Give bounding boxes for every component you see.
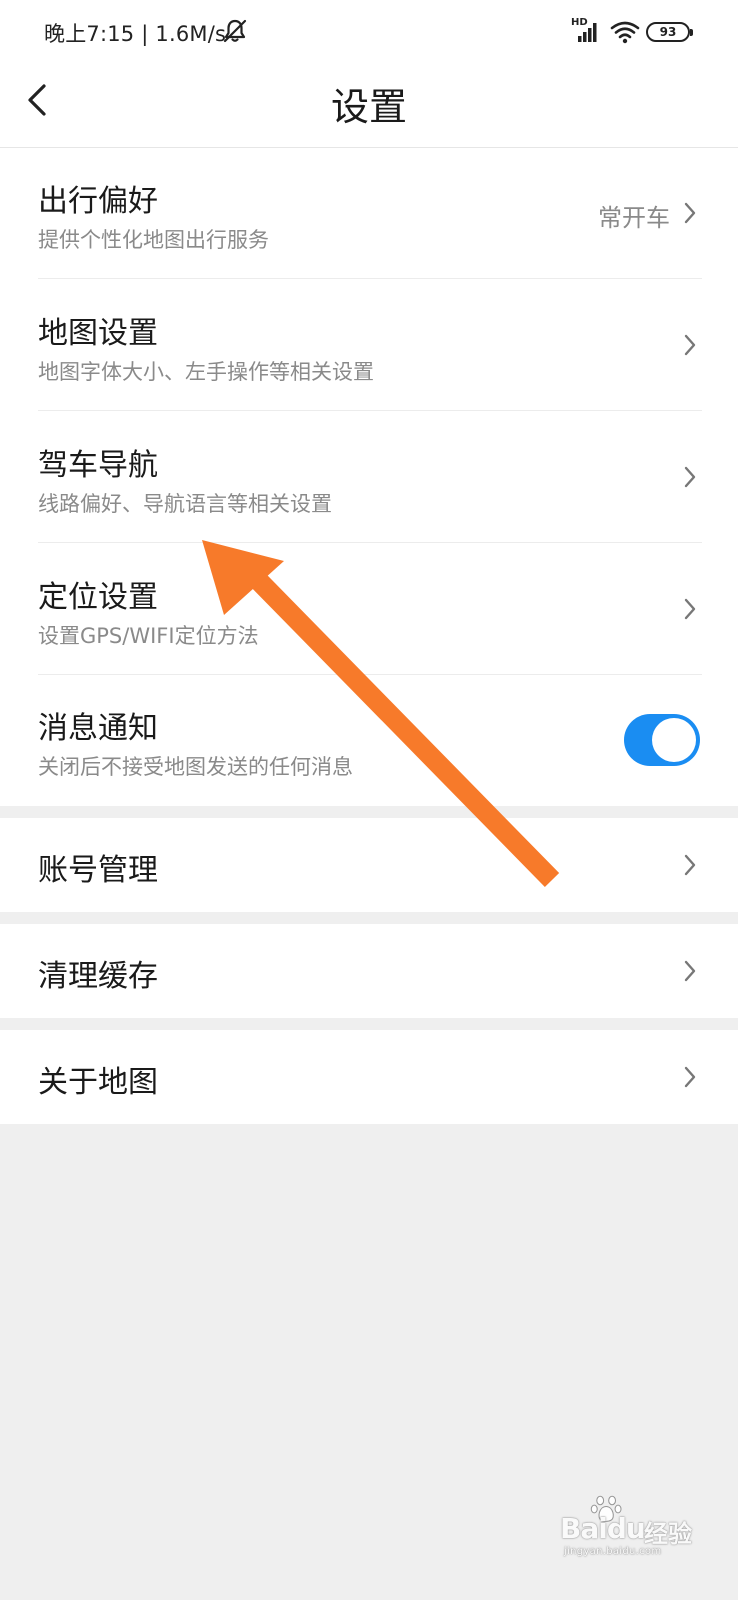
row-title: 消息通知 xyxy=(38,711,158,746)
wifi-icon xyxy=(610,21,640,44)
settings-item-notifications: 消息通知 关闭后不接受地图发送的任何消息 xyxy=(0,675,738,806)
row-title: 关于地图 xyxy=(38,1065,158,1100)
chevron-right-icon xyxy=(684,466,696,488)
settings-group-account: 账号管理 xyxy=(0,818,738,912)
row-subtitle: 地图字体大小、左手操作等相关设置 xyxy=(38,360,374,384)
toggle-knob xyxy=(652,718,696,762)
settings-group-about: 关于地图 xyxy=(0,1030,738,1124)
row-subtitle: 提供个性化地图出行服务 xyxy=(38,228,269,252)
chevron-right-icon xyxy=(684,598,696,620)
status-time: 晚上7:15 | 1.6M/s xyxy=(44,22,227,46)
settings-group-cache: 清理缓存 xyxy=(0,924,738,1018)
settings-item-travel-preference[interactable]: 出行偏好 提供个性化地图出行服务 常开车 xyxy=(0,148,738,279)
row-title: 定位设置 xyxy=(38,580,158,615)
watermark-brand: Baidu xyxy=(560,1512,646,1545)
settings-item-about-map[interactable]: 关于地图 xyxy=(0,1030,738,1124)
nav-bar: 设置 xyxy=(0,66,738,148)
mute-icon xyxy=(223,19,247,43)
row-value: 常开车 xyxy=(598,204,670,232)
row-title: 地图设置 xyxy=(38,316,158,351)
chevron-right-icon xyxy=(684,1066,696,1088)
settings-item-driving-navigation[interactable]: 驾车导航 线路偏好、导航语言等相关设置 xyxy=(0,411,738,543)
settings-item-clear-cache[interactable]: 清理缓存 xyxy=(0,924,738,1018)
settings-item-location-settings[interactable]: 定位设置 设置GPS/WIFI定位方法 xyxy=(0,543,738,675)
notification-toggle[interactable] xyxy=(624,714,700,766)
settings-group-main: 出行偏好 提供个性化地图出行服务 常开车 地图设置 地图字体大小、左手操作等相关… xyxy=(0,148,738,806)
page-title: 设置 xyxy=(330,85,407,129)
watermark-url: jingyan.baidu.com xyxy=(564,1546,662,1557)
chevron-right-icon xyxy=(684,854,696,876)
battery-icon: 93 xyxy=(646,22,693,42)
chevron-right-icon xyxy=(684,334,696,356)
status-bar: 晚上7:15 | 1.6M/s HD 93 xyxy=(0,0,738,66)
signal-icon xyxy=(578,23,597,42)
baidu-jingyan-watermark: Baidu 经验 jingyan.baidu.com xyxy=(560,1495,710,1560)
row-title: 驾车导航 xyxy=(38,448,158,483)
battery-level: 93 xyxy=(659,25,677,39)
settings-item-map-settings[interactable]: 地图设置 地图字体大小、左手操作等相关设置 xyxy=(0,279,738,411)
chevron-right-icon xyxy=(684,202,696,224)
row-title: 清理缓存 xyxy=(38,959,158,994)
watermark-brand-cn: 经验 xyxy=(644,1520,692,1548)
row-title: 账号管理 xyxy=(38,853,158,888)
settings-item-account-management[interactable]: 账号管理 xyxy=(0,818,738,912)
row-subtitle: 关闭后不接受地图发送的任何消息 xyxy=(38,755,353,779)
row-subtitle: 线路偏好、导航语言等相关设置 xyxy=(38,492,332,516)
chevron-right-icon xyxy=(684,960,696,982)
row-subtitle: 设置GPS/WIFI定位方法 xyxy=(38,624,259,648)
row-title: 出行偏好 xyxy=(38,184,158,219)
